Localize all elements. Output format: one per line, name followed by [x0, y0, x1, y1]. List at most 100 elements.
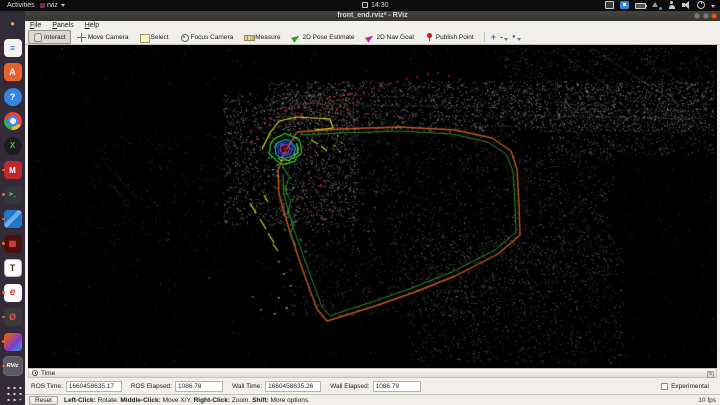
comet-icon: [3, 332, 22, 351]
move-icon: [76, 32, 86, 42]
wall-elapsed-field[interactable]: 1086.79: [372, 380, 421, 392]
time-panel-header[interactable]: Time x: [28, 368, 717, 378]
pin-icon: [425, 32, 434, 42]
slash-icon: Ø: [3, 308, 22, 326]
toolbar: Interact Move Camera Select Focus Camera Mea…: [25, 30, 720, 45]
dock-item-chrome[interactable]: [2, 112, 24, 130]
goal-icon: [366, 33, 375, 42]
chrome-icon: [3, 112, 22, 130]
dock-item-comet[interactable]: [2, 332, 24, 351]
focus-icon: [180, 33, 189, 42]
dock-item-xapp[interactable]: X: [2, 136, 24, 155]
window-controls: [694, 13, 717, 19]
menu-panels[interactable]: Panels: [52, 22, 73, 29]
tool-options-button[interactable]: ●: [510, 33, 523, 42]
activities-button[interactable]: Activities: [7, 2, 35, 9]
xapp-icon: X: [3, 136, 22, 155]
help-icon: ?: [3, 87, 22, 106]
ros-time-field[interactable]: 1660458635.17: [65, 380, 122, 392]
status-bar: Reset Left-Click: Rotate. Middle-Click: …: [25, 394, 720, 405]
running-indicator: [2, 340, 5, 343]
volume-icon[interactable]: [682, 1, 691, 9]
dock-item-redm[interactable]: M: [2, 161, 24, 179]
reset-button[interactable]: Reset: [29, 395, 58, 405]
dock-item-files[interactable]: ●: [2, 14, 24, 32]
running-indicator: [2, 168, 5, 171]
select-icon: [139, 33, 150, 43]
dock-item-grid[interactable]: [2, 383, 24, 401]
tool-2d-nav-goal[interactable]: 2D Nav Goal: [361, 30, 419, 44]
caret-icon[interactable]: [711, 5, 715, 8]
vscode-icon: [3, 210, 22, 228]
checkbox-icon[interactable]: [661, 382, 669, 390]
running-indicator: [2, 242, 5, 245]
person-icon[interactable]: [667, 1, 676, 9]
tool-select[interactable]: Select: [135, 30, 174, 44]
tool-2d-pose-estimate[interactable]: 2D Pose Estimate: [287, 30, 360, 44]
tool-publish-point[interactable]: Publish Point: [420, 30, 479, 44]
tool-move-camera[interactable]: Move Camera: [72, 30, 134, 44]
app-menu[interactable]: rviz: [40, 2, 65, 9]
dock-item-terminal[interactable]: >_: [2, 185, 24, 204]
menu-bar: File Panels Help: [25, 21, 720, 30]
fps-counter: 10 fps: [698, 396, 716, 404]
measure-icon: [244, 33, 256, 42]
maximize-button[interactable]: [702, 13, 709, 19]
writer-icon: ≡: [3, 38, 22, 57]
dock-item-slash[interactable]: Ø: [2, 308, 24, 326]
input-icon[interactable]: [620, 1, 629, 9]
running-indicator: [2, 315, 5, 318]
dock-item-typora[interactable]: T: [2, 259, 24, 277]
screen-icon[interactable]: [605, 1, 614, 9]
3d-viewport[interactable]: [28, 45, 717, 368]
typora-icon: T: [3, 259, 22, 277]
wall-time-field[interactable]: 1660458635.26: [265, 380, 322, 392]
menu-file[interactable]: File: [30, 22, 41, 29]
grid-icon: [3, 383, 22, 401]
panel-close-icon[interactable]: x: [707, 370, 714, 378]
gnome-top-bar: Activities rviz 14:30: [0, 0, 720, 11]
app-icon: [40, 2, 45, 8]
media-icon: ▦: [3, 234, 22, 253]
pointcloud-canvas[interactable]: [28, 45, 717, 368]
ubuntu-dock: ● ≡ A? X M >_ ▦ Te Ø RViz: [0, 11, 25, 405]
time-panel: Time x ROS Time: 1660458635.17 ROS Elapsed…: [28, 368, 717, 394]
rviz-window: front_end.rviz* - RViz File Panels Help In…: [25, 11, 720, 405]
hand-icon: [33, 33, 42, 42]
dock-item-vscode[interactable]: [2, 210, 24, 228]
system-tray[interactable]: [599, 1, 715, 10]
pose-icon: [292, 33, 301, 42]
dock-item-scribble[interactable]: e: [2, 283, 24, 302]
chevron-down-icon: [516, 37, 521, 41]
files-icon: ●: [3, 14, 22, 32]
dock-item-writer[interactable]: ≡: [2, 38, 24, 57]
dock-item-rviz[interactable]: RViz: [2, 357, 24, 375]
dock-item-help[interactable]: ?: [2, 87, 24, 106]
mouse-help-text: Left-Click: Rotate. Middle-Click: Move X…: [63, 396, 310, 404]
tool-focus-camera[interactable]: Focus Camera: [175, 30, 239, 44]
clock[interactable]: 14:30: [362, 2, 389, 9]
tool-interact[interactable]: Interact: [28, 30, 71, 44]
ros-elapsed-field[interactable]: 1086.78: [174, 380, 223, 392]
time-panel-title: Time: [41, 369, 56, 377]
experimental-checkbox-group: Experimental: [661, 382, 709, 390]
time-fields-row: ROS Time: 1660458635.17 ROS Elapsed: 1086.7…: [31, 380, 709, 392]
power-icon[interactable]: [697, 1, 705, 9]
menu-help[interactable]: Help: [85, 22, 99, 29]
remove-tool-button[interactable]: -: [498, 32, 510, 42]
app-menu-label: rviz: [47, 1, 58, 9]
software-icon: A: [3, 63, 22, 81]
running-indicator: [2, 193, 5, 196]
close-button[interactable]: [711, 13, 717, 19]
experimental-label: Experimental: [671, 382, 709, 390]
battery-icon[interactable]: [635, 2, 647, 9]
network-icon[interactable]: [652, 1, 662, 10]
minimize-button[interactable]: [694, 13, 700, 19]
dock-item-media[interactable]: ▦: [2, 234, 24, 253]
chevron-down-icon: [503, 37, 508, 41]
window-titlebar[interactable]: front_end.rviz* - RViz: [25, 11, 720, 21]
dock-item-software[interactable]: A: [2, 63, 24, 81]
tool-measure[interactable]: Measure: [239, 30, 285, 44]
toolbar-separator: [483, 32, 485, 42]
add-tool-button[interactable]: +: [489, 32, 498, 42]
